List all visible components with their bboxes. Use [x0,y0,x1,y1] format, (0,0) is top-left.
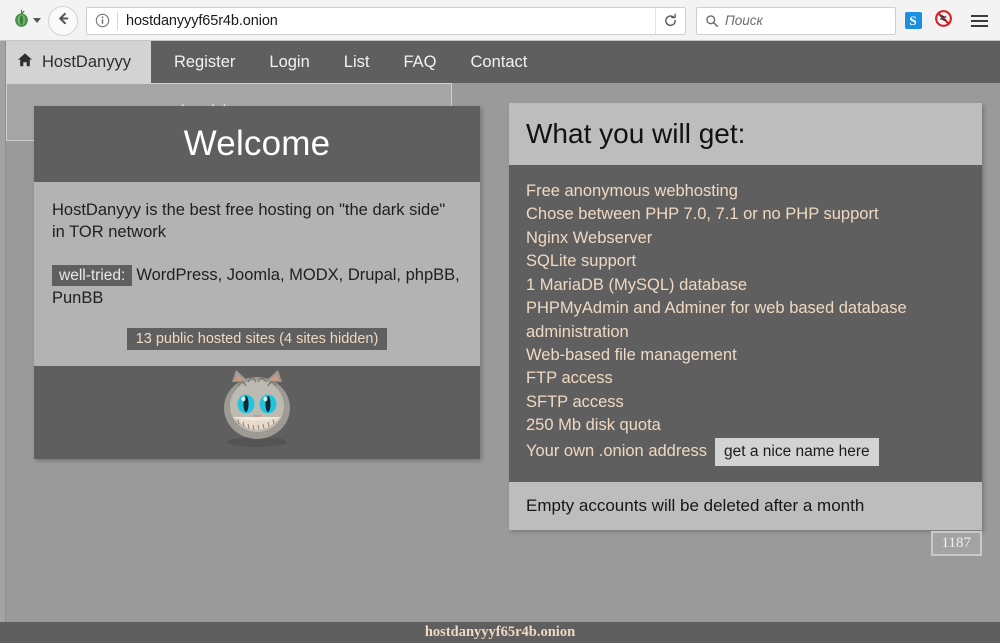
features-list: Free anonymous webhosting Chose between … [509,165,982,482]
page-content: Welcome HostDanyyy is the best free host… [6,83,1000,622]
back-button[interactable] [48,6,78,36]
list-item: FTP access [526,367,965,390]
nav-item-contact[interactable]: Contact [453,41,544,83]
browser-chrome: hostdanyyyf65r4b.onion Поиск S [0,0,1000,41]
well-tried-badge: well-tried: [52,265,132,286]
list-item: SQLite support [526,250,965,273]
list-item: Nginx Webserver [526,227,965,250]
url-text[interactable]: hostdanyyyf65r4b.onion [118,13,655,29]
nav-item-login[interactable]: Login [252,41,326,83]
search-icon [697,14,725,28]
sidebar-item-hostdanyyy[interactable]: HostDanyyy [0,41,151,83]
list-item: Chose between PHP 7.0, 7.1 or no PHP sup… [526,203,965,226]
status-badge[interactable]: 13 public hosted sites (4 sites hidden) [127,328,388,350]
welcome-panel: Welcome HostDanyyy is the best free host… [34,106,480,459]
site-footer: hostdanyyyf65r4b.onion [0,622,1000,643]
no-script-prohibition-icon [934,9,953,33]
hamburger-menu-icon[interactable] [964,6,994,36]
list-item: Free anonymous webhosting [526,180,965,203]
site-navigation-bar: HostDanyyy Register Login List FAQ Conta… [0,41,1000,83]
nav-item-label: HostDanyyy [42,53,131,72]
chevron-down-icon [33,18,41,23]
nav-item-faq[interactable]: FAQ [386,41,453,83]
nav-item-label: Login [269,53,309,72]
nav-item-list[interactable]: List [327,41,387,83]
features-title: What you will get: [526,118,745,150]
home-icon [17,52,33,73]
reload-button[interactable] [655,8,685,34]
search-input-placeholder[interactable]: Поиск [725,13,763,28]
features-panel-header: What you will get: [509,103,982,165]
welcome-panel-header: Welcome [34,106,480,182]
sites-count-row: 13 public hosted sites (4 sites hidden) [52,328,462,350]
well-tried-row: well-tried:WordPress, Joomla, MODX, Drup… [52,264,462,311]
info-circle-icon[interactable] [87,13,117,28]
welcome-intro-text: HostDanyyy is the best free hosting on "… [52,200,462,244]
nav-item-label: FAQ [403,53,436,72]
back-arrow-icon [56,11,71,31]
features-footer-note: Empty accounts will be deleted after a m… [509,482,982,530]
nav-item-label: Register [174,53,235,72]
list-item: SFTP access [526,391,965,414]
cheshire-cat-image [202,368,312,457]
noscript-button[interactable]: S [900,6,926,36]
hamburger-line [971,20,988,22]
footer-onion-address: hostdanyyyf65r4b.onion [425,624,575,641]
url-bar[interactable]: hostdanyyyf65r4b.onion [86,7,686,35]
list-item: 250 Mb disk quota [526,414,965,437]
page-title: Welcome [184,124,331,164]
list-item: Web-based file management [526,344,965,367]
onion-icon [12,9,31,33]
hamburger-line [971,15,988,17]
browser-toolbar: hostdanyyyf65r4b.onion Поиск S [0,0,1000,41]
tor-identity-button[interactable] [6,9,44,33]
nav-item-label: Contact [470,53,527,72]
hit-counter: 1187 [931,531,982,556]
noscript-s-icon: S [905,12,922,29]
welcome-panel-body: HostDanyyy is the best free hosting on "… [34,182,480,366]
search-bar[interactable]: Поиск [696,7,896,35]
cheshire-cat-panel [34,366,480,459]
onion-address-label: Your own .onion address [526,440,707,463]
noscript-blocked-button[interactable] [930,6,956,36]
list-item: 1 MariaDB (MySQL) database [526,274,965,297]
list-item: PHPMyAdmin and Adminer for web based dat… [526,297,965,344]
hamburger-line [971,25,988,27]
features-panel: What you will get: Free anonymous webhos… [509,103,982,530]
nav-item-label: List [344,53,370,72]
onion-address-row: Your own .onion address get a nice name … [526,438,965,466]
get-nice-name-button[interactable]: get a nice name here [715,438,879,466]
nav-item-register[interactable]: Register [157,41,252,83]
